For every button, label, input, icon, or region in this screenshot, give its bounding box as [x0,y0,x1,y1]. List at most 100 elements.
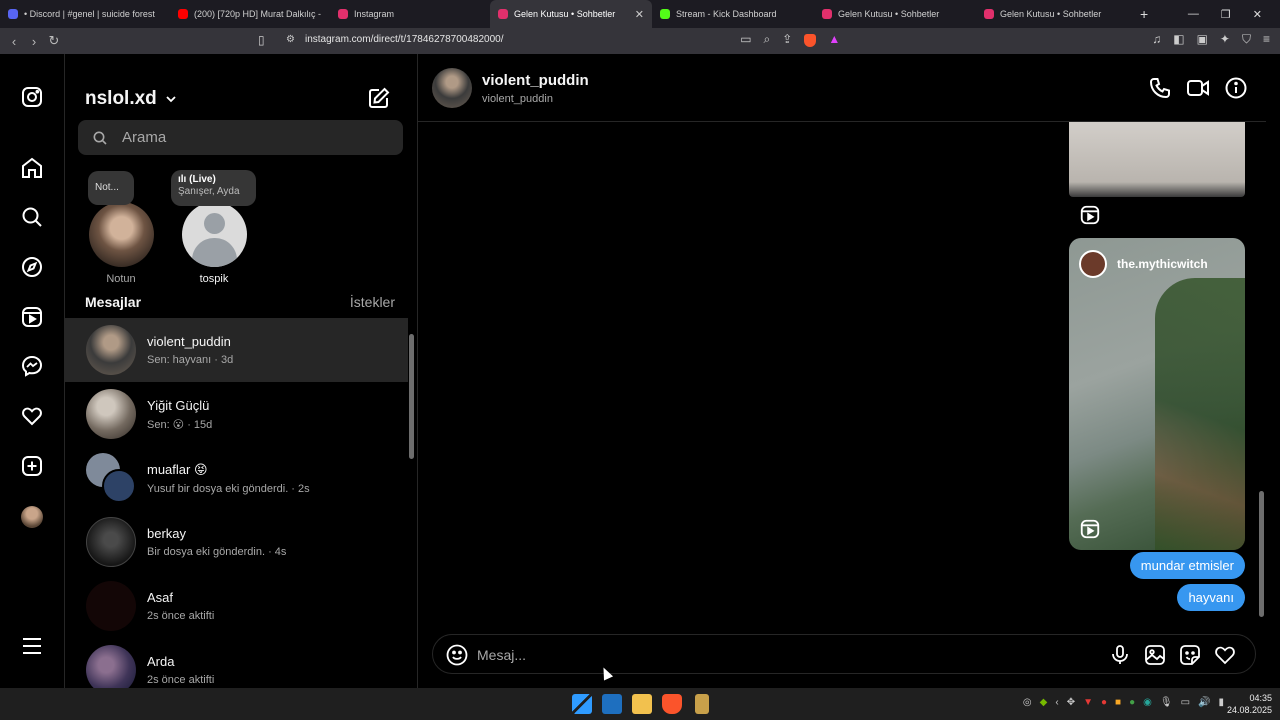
instagram-icon [984,9,994,19]
note-own[interactable]: Notun [88,202,154,285]
close-window-icon[interactable]: ✕ [1253,8,1262,21]
reel-icon [1080,205,1100,225]
microphone-tray-icon[interactable]: 🎙 [1160,697,1173,708]
tab-discord[interactable]: • Discord | #genel | suicide forest [0,0,170,28]
audio-call-icon[interactable] [1148,76,1172,100]
note-music-bubble[interactable]: ılı (Live) Şanışer, Ayda [171,170,256,206]
sent-message-bubble[interactable]: hayvanı [1177,584,1245,611]
account-switcher[interactable]: nslol.xd [85,88,177,110]
avatar [86,581,136,631]
profile-avatar[interactable] [20,505,44,529]
search-placeholder[interactable]: Arama [122,129,166,146]
requests-link[interactable]: İstekler [350,294,395,310]
menu-icon[interactable]: ≡ [1263,32,1270,47]
tab-kick[interactable]: Stream - Kick Dashboard [652,0,814,28]
network-icon[interactable]: ▭ [1181,697,1190,708]
instagram-logo-icon[interactable] [20,85,44,109]
info-icon[interactable] [1224,76,1248,100]
zoom-icon[interactable]: ⌕ [764,32,771,47]
tab-inbox[interactable]: Gelen Kutusu • Sohbetler [814,0,976,28]
microphone-icon[interactable] [1108,643,1132,667]
tab-instagram[interactable]: Instagram [330,0,490,28]
forward-icon[interactable]: › [24,34,44,49]
url-field[interactable]: instagram.com/direct/t/17846278700482000… [305,34,503,45]
conversation-row[interactable]: violent_puddin Sen: hayvanı · 3d [65,318,408,382]
start-menu-icon[interactable] [572,694,592,714]
share-icon[interactable]: ⇪ [782,32,792,47]
messenger-icon[interactable] [20,354,44,378]
avatar [86,325,136,375]
tray-app-icon[interactable]: ◎ [1023,697,1032,708]
volume-icon[interactable]: 🔊 [1198,697,1210,708]
instagram-app: nslol.xd Arama Notun Not... tospik ılı (… [0,54,1280,695]
brave-browser-icon[interactable] [662,694,682,714]
site-info-icon[interactable]: ⚙ [286,34,295,45]
conversation-preview: 2s önce aktifti [147,674,215,686]
league-client-icon[interactable] [695,694,709,714]
leo-icon[interactable]: ✦ [1220,32,1230,47]
like-heart-icon[interactable] [1213,643,1237,667]
shared-media-message[interactable] [1069,122,1245,197]
system-tray: ◎ ◆ ‹ ✥ ▼ ● ■ ● ◉ 🎙 ▭ 🔊 ▮ [1023,697,1224,708]
search-icon[interactable] [20,205,44,229]
note-bubble[interactable]: Not... [88,171,134,205]
tray-app-icon[interactable]: ● [1101,697,1107,708]
tray-app-icon[interactable]: ■ [1115,697,1121,708]
tray-app-icon[interactable]: ✥ [1067,697,1075,708]
media-icon[interactable]: ♫ [1152,32,1161,47]
back-icon[interactable]: ‹ [4,34,24,49]
sent-message-bubble[interactable]: mundar etmisler [1129,552,1245,579]
nvidia-icon[interactable]: ◆ [1040,697,1048,708]
conversation-list-scrollbar[interactable] [409,324,414,684]
new-tab-icon[interactable]: + [1140,6,1148,22]
emoji-icon[interactable] [445,643,469,667]
tab-youtube[interactable]: (200) [720p HD] Murat Dalkılıç - [170,0,330,28]
note-tospik[interactable]: tospik [179,202,249,285]
message-input[interactable] [477,644,1077,666]
chat-scrollbar[interactable] [1258,122,1264,622]
conversation-preview: 2s önce aktifti [147,610,215,622]
shared-reel-message[interactable]: the.mythicwitch [1069,238,1245,550]
conversation-row[interactable]: berkay Bir dosya eki gönderdin. · 4s [65,510,408,574]
search-box[interactable]: Arama [78,120,403,155]
conversation-row[interactable]: Yiğit Güçlü Sen: 😮 · 15d [65,382,408,446]
tray-app-icon[interactable]: ‹ [1055,697,1058,708]
vpn-icon[interactable]: ⛉ [1242,32,1251,47]
chat-header: violent_puddin violent_puddin [418,54,1266,122]
reels-icon[interactable] [20,305,44,329]
explore-icon[interactable] [20,255,44,279]
minimize-icon[interactable]: — [1188,8,1199,20]
avatar[interactable] [432,68,472,108]
bookmark-icon[interactable]: ▯ [258,33,265,47]
conversation-row[interactable]: muaflar 😝 Yusuf bir dosya eki gönderdi. ·… [65,446,408,510]
reload-icon[interactable]: ↻ [44,33,64,49]
tab-inbox[interactable]: Gelen Kutusu • Sohbetler [976,0,1136,28]
sidebar-toggle-icon[interactable]: ◧ [1173,32,1184,47]
cast-icon[interactable]: ▭ [740,32,751,47]
widgets-icon[interactable] [602,694,622,714]
chat-contact-name[interactable]: violent_puddin [482,72,589,89]
photo-icon[interactable] [1143,643,1167,667]
conversation-preview: Sen: hayvanı · 3d [147,354,234,366]
conversation-row[interactable]: Asaf 2s önce aktifti [65,574,408,638]
brave-shields-icon[interactable] [804,34,817,47]
battery-icon[interactable]: ▮ [1218,697,1224,708]
home-icon[interactable] [20,156,44,180]
file-explorer-icon[interactable] [632,694,652,714]
wallet-icon[interactable]: ▣ [1197,32,1208,47]
create-icon[interactable] [20,454,44,478]
notifications-heart-icon[interactable] [20,404,44,428]
brave-rewards-icon[interactable]: ▲ [828,32,840,47]
tray-app-icon[interactable]: ● [1129,697,1135,708]
sticker-icon[interactable] [1178,643,1202,667]
tray-app-icon[interactable]: ▼ [1083,697,1093,708]
restore-icon[interactable]: ❐ [1221,8,1231,21]
video-call-icon[interactable] [1186,76,1210,100]
tab-inbox-active[interactable]: Gelen Kutusu • Sohbetler ✕ [490,0,652,28]
tray-app-icon[interactable]: ◉ [1143,697,1152,708]
more-menu-icon[interactable] [20,634,44,658]
new-message-icon[interactable] [367,86,391,110]
tab-label: Instagram [354,9,395,19]
taskbar-clock[interactable]: 04:35 24.08.2025 [1227,692,1272,716]
close-tab-icon[interactable]: ✕ [635,8,644,21]
